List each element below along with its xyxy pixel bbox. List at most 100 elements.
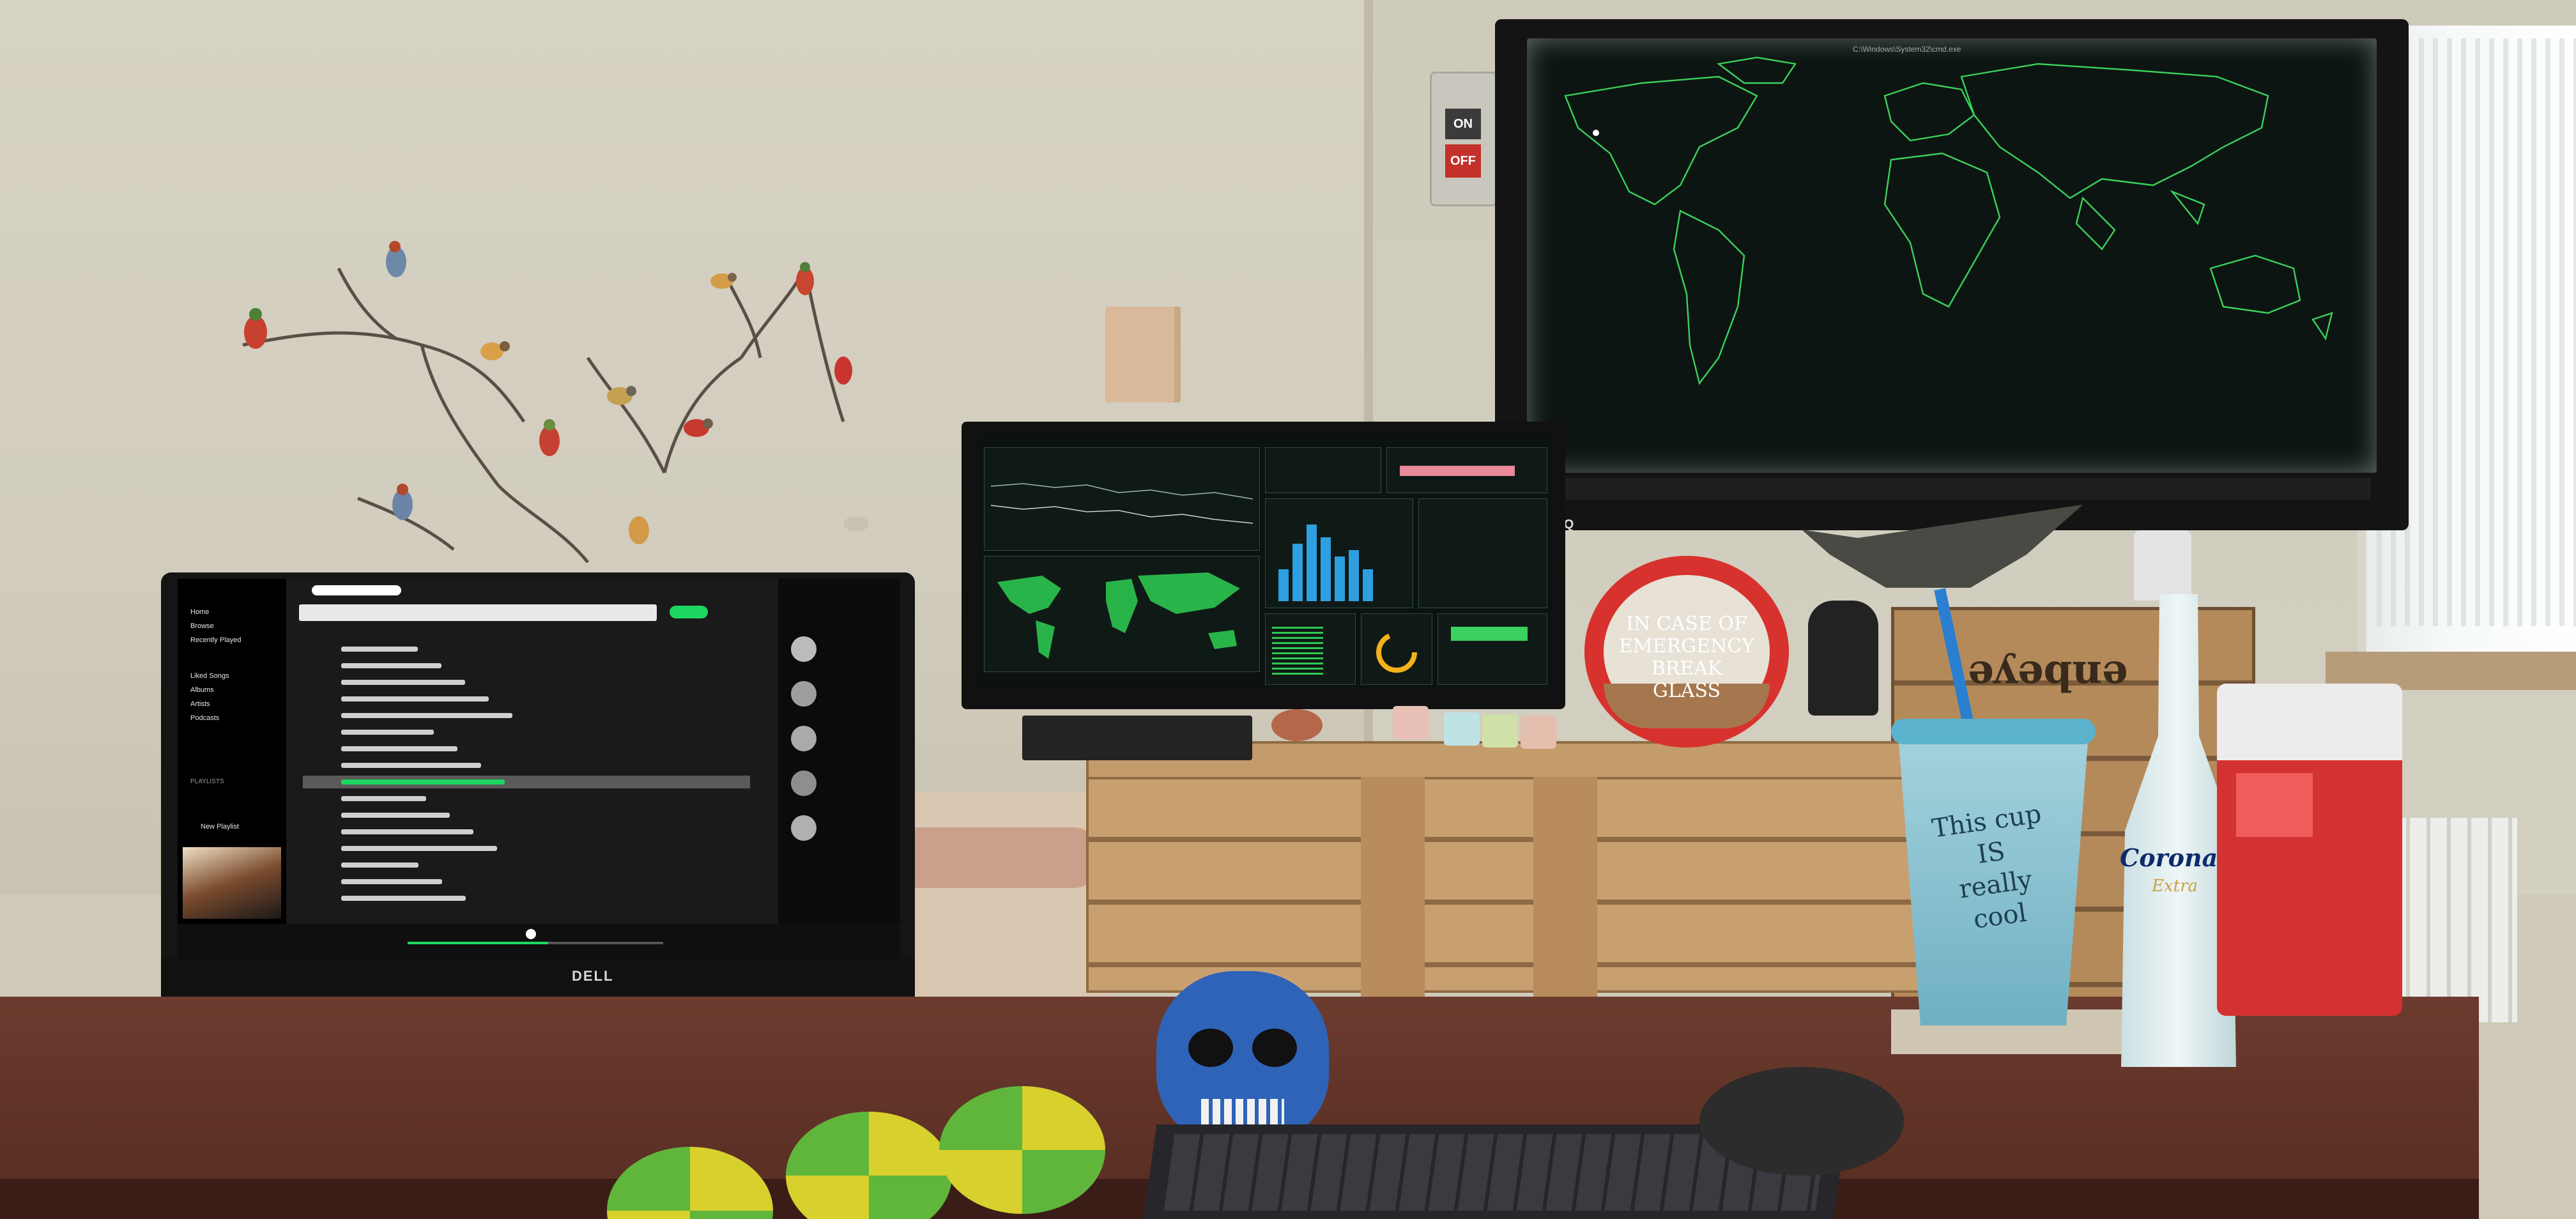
table-row[interactable]	[303, 825, 750, 838]
trinket	[1521, 716, 1556, 749]
log-panel	[1265, 613, 1356, 685]
skull-eye	[1188, 1029, 1233, 1067]
bird-icon	[244, 241, 869, 544]
track-title-placeholder	[341, 862, 418, 868]
switch-off-button: OFF	[1445, 144, 1481, 178]
wooden-riser-front	[1086, 777, 1922, 993]
mouse	[1699, 1067, 1904, 1176]
trinket	[1393, 706, 1429, 739]
table-row[interactable]	[303, 643, 750, 656]
table-row[interactable]	[303, 759, 750, 772]
table-row[interactable]	[303, 859, 750, 871]
skull-teeth	[1201, 1099, 1284, 1124]
dell-logo-icon: DELL	[572, 968, 614, 984]
table-row[interactable]	[303, 892, 750, 905]
track-title-placeholder	[341, 846, 497, 851]
play-button[interactable]	[670, 606, 708, 618]
nav-home[interactable]: Home	[190, 608, 209, 616]
table-row[interactable]	[303, 776, 750, 788]
avatar	[791, 815, 816, 841]
table-row[interactable]	[303, 792, 750, 805]
alert-panel	[1386, 447, 1547, 493]
friend-activity-panel	[778, 579, 900, 924]
bird-branch-decal	[242, 241, 869, 564]
juggling-ball	[939, 1086, 1105, 1214]
bottle-pump	[2134, 530, 2191, 601]
table-row[interactable]	[303, 809, 750, 822]
nav-albums[interactable]: Albums	[190, 686, 214, 694]
emergency-sign-face: IN CASE OF EMERGENCY BREAK GLASS	[1604, 575, 1770, 728]
mini-fridge-panel	[2236, 773, 2313, 837]
emergency-text-1: IN CASE OF	[1626, 613, 1747, 635]
table-row[interactable]	[303, 659, 750, 672]
table-row[interactable]	[303, 875, 750, 888]
gauge-panel	[1361, 613, 1432, 685]
big-monitor-title: C:\Windows\System32\cmd.exe	[1853, 45, 1961, 54]
track-title-placeholder	[341, 796, 426, 801]
table-panel	[1418, 498, 1547, 608]
track-title-placeholder	[341, 696, 489, 702]
big-monitor-taskbar	[1540, 478, 2370, 500]
skull-eye	[1252, 1029, 1297, 1067]
bar-chart-panel	[1265, 498, 1413, 608]
table-row[interactable]	[303, 709, 750, 722]
nav-artists[interactable]: Artists	[190, 700, 210, 708]
riser-leg	[1533, 777, 1597, 1032]
table-row[interactable]	[303, 676, 750, 689]
table-row[interactable]	[303, 693, 750, 705]
emergency-text-2: EMERGENCY	[1619, 635, 1754, 657]
pillow	[894, 827, 1099, 888]
playlists-heading: PLAYLISTS	[190, 778, 224, 785]
portable-monitor-screen	[977, 434, 1552, 690]
status-panel	[1438, 613, 1547, 685]
playlist-title-bar	[299, 604, 657, 621]
mini-fridge-top	[2217, 684, 2402, 760]
album-art	[183, 847, 281, 919]
track-title-placeholder	[341, 813, 450, 818]
track-title-placeholder	[341, 663, 441, 668]
avatar	[791, 726, 816, 751]
nav-podcasts[interactable]: Podcasts	[190, 714, 219, 722]
track-title-placeholder	[341, 829, 473, 834]
big-monitor-screen	[1527, 38, 2377, 473]
radiator	[2389, 818, 2517, 1022]
play-pause-button[interactable]	[526, 929, 536, 939]
emergency-text-3: BREAK	[1651, 657, 1722, 680]
switch-on-button: ON	[1445, 109, 1481, 139]
search-input[interactable]	[312, 585, 401, 595]
avatar	[791, 681, 816, 707]
portable-monitor-stand	[1022, 716, 1252, 760]
stat-panel	[1265, 447, 1381, 493]
line-chart-panel	[984, 447, 1260, 551]
figurine	[1271, 709, 1322, 741]
nav-recent[interactable]: Recently Played	[190, 636, 241, 644]
track-title-placeholder	[341, 896, 466, 901]
new-playlist-button[interactable]: New Playlist	[201, 823, 239, 831]
track-title-placeholder	[341, 647, 418, 652]
now-playing-bar	[178, 924, 900, 962]
nav-browse[interactable]: Browse	[190, 622, 214, 630]
table-row[interactable]	[303, 742, 750, 755]
track-title-placeholder	[341, 730, 434, 735]
trinket	[1444, 712, 1480, 746]
nav-liked[interactable]: Liked Songs	[190, 672, 229, 680]
table-row[interactable]	[303, 842, 750, 855]
track-title-placeholder	[341, 713, 512, 718]
figurine	[1808, 601, 1878, 716]
progress-track[interactable]	[408, 942, 663, 944]
bottle-brand: Corona	[2120, 843, 2218, 872]
track-title-placeholder	[341, 746, 457, 751]
track-title-placeholder	[341, 763, 481, 768]
wall-lamp	[1105, 307, 1181, 402]
track-title-placeholder	[341, 680, 465, 685]
trinket	[1482, 714, 1518, 747]
crate-stamp: enbeye	[1968, 652, 2128, 700]
table-row[interactable]	[303, 726, 750, 739]
emergency-text-4: GLASS	[1652, 680, 1721, 702]
laptop-screen: Home Browse Recently Played Liked Songs …	[178, 579, 900, 962]
photo-scene: ON OFF enbeye C:\Windows\System32\cmd.ex…	[0, 0, 2576, 1219]
track-title-placeholder	[341, 879, 442, 884]
track-title-placeholder	[341, 779, 505, 785]
avatar	[791, 770, 816, 796]
world-map-display	[1564, 56, 2333, 385]
